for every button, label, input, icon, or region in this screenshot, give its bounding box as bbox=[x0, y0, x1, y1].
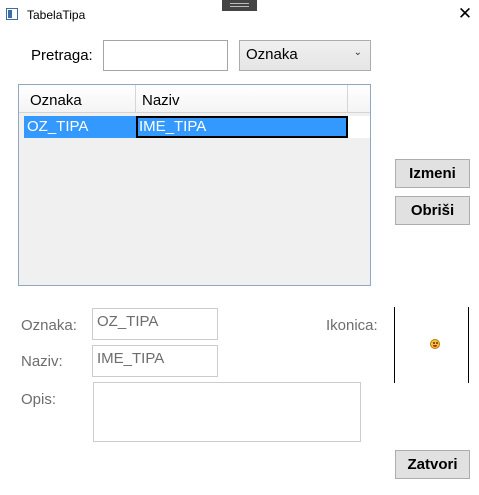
close-dialog-button[interactable]: Zatvori bbox=[395, 450, 470, 479]
filter-dropdown[interactable]: Oznaka ⌄ bbox=[239, 40, 371, 71]
icon-preview[interactable] bbox=[394, 307, 469, 383]
types-table[interactable]: Oznaka Naziv OZ_TIPA IME_TIPA bbox=[18, 84, 371, 286]
title-bar[interactable]: TabelaTipa ✕ bbox=[0, 0, 479, 30]
smiley-icon bbox=[430, 339, 440, 349]
table-header: Oznaka Naziv bbox=[19, 85, 370, 113]
app-window-icon bbox=[6, 8, 18, 20]
opis-label: Opis: bbox=[21, 391, 57, 408]
column-header-oznaka[interactable]: Oznaka bbox=[24, 85, 136, 113]
search-label: Pretraga: bbox=[31, 47, 93, 64]
oznaka-field[interactable]: OZ_TIPA bbox=[92, 308, 218, 340]
cell-naziv[interactable]: IME_TIPA bbox=[136, 116, 348, 138]
column-header-naziv[interactable]: Naziv bbox=[136, 85, 348, 113]
search-input[interactable] bbox=[103, 40, 228, 71]
chevron-down-icon: ⌄ bbox=[353, 47, 362, 58]
naziv-field[interactable]: IME_TIPA bbox=[92, 345, 218, 377]
naziv-label: Naziv: bbox=[21, 353, 63, 370]
cell-oznaka[interactable]: OZ_TIPA bbox=[24, 116, 136, 138]
oznaka-label: Oznaka: bbox=[21, 317, 77, 334]
filter-selected-value: Oznaka bbox=[246, 46, 298, 63]
ikonica-label: Ikonica: bbox=[326, 317, 378, 334]
delete-button[interactable]: Obriši bbox=[395, 196, 470, 225]
drag-handle-icon[interactable] bbox=[222, 0, 257, 11]
table-row[interactable]: OZ_TIPA IME_TIPA bbox=[24, 116, 370, 138]
edit-button[interactable]: Izmeni bbox=[395, 159, 470, 188]
close-button[interactable]: ✕ bbox=[452, 4, 478, 24]
window-title: TabelaTipa bbox=[27, 8, 86, 22]
opis-field[interactable] bbox=[93, 382, 361, 442]
